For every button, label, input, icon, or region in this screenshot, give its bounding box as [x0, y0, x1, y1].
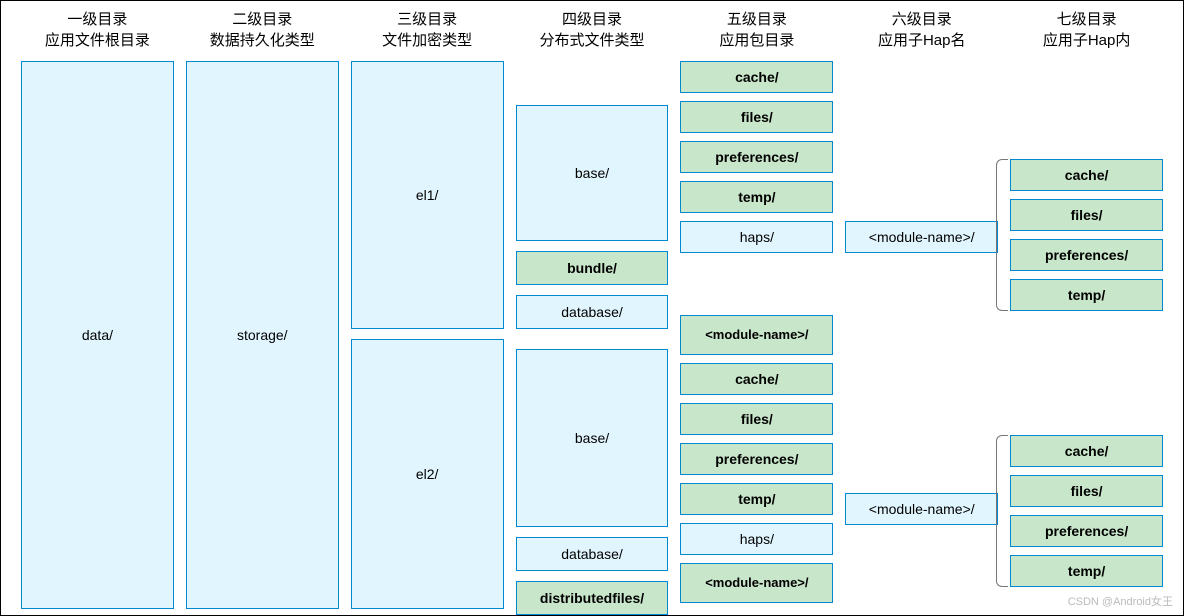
- col7-header: 七级目录 应用子Hap内: [1043, 9, 1131, 51]
- box-module-name-2: <module-name>/: [845, 493, 998, 525]
- group-hap-1: cache/ files/ preferences/ temp/: [1010, 159, 1163, 319]
- watermark: CSDN @Android女王: [1068, 593, 1173, 609]
- col6-header: 六级目录 应用子Hap名: [878, 9, 966, 51]
- box-el1: el1/: [351, 61, 504, 329]
- col1-subtitle: 应用文件根目录: [45, 32, 150, 49]
- box-module-name-1: <module-name>/: [845, 221, 998, 253]
- bracket-icon: [996, 435, 1008, 587]
- box-preferences-hap1: preferences/: [1010, 239, 1163, 271]
- box-haps-1: haps/: [680, 221, 833, 253]
- col1-title: 一级目录: [67, 11, 127, 28]
- box-database-1: database/: [516, 295, 669, 329]
- bracket-icon: [996, 159, 1008, 311]
- column-2: 二级目录 数据持久化类型 storage/: [186, 9, 339, 615]
- col2-header: 二级目录 数据持久化类型: [210, 9, 315, 51]
- col5-title: 五级目录: [727, 11, 787, 28]
- box-temp-hap2: temp/: [1010, 555, 1163, 587]
- box-preferences-2: preferences/: [680, 443, 833, 475]
- box-base-2: base/: [516, 349, 669, 527]
- col4-header: 四级目录 分布式文件类型: [540, 9, 645, 51]
- column-3: 三级目录 文件加密类型 el1/ el2/: [351, 9, 504, 615]
- group-hap-2: cache/ files/ preferences/ temp/: [1010, 435, 1163, 595]
- box-module-name-db1: <module-name>/: [680, 315, 833, 355]
- box-base-1: base/: [516, 105, 669, 241]
- box-haps-2: haps/: [680, 523, 833, 555]
- col2-title: 二级目录: [232, 11, 292, 28]
- box-preferences-1: preferences/: [680, 141, 833, 173]
- diagram-columns: 一级目录 应用文件根目录 data/ 二级目录 数据持久化类型 storage/…: [1, 1, 1183, 615]
- column-6: 六级目录 应用子Hap名 <module-name>/ <module-name…: [845, 9, 998, 615]
- col6-title: 六级目录: [892, 11, 952, 28]
- column-7: 七级目录 应用子Hap内 cache/ files/ preferences/ …: [1010, 9, 1163, 615]
- box-cache-hap2: cache/: [1010, 435, 1163, 467]
- col1-header: 一级目录 应用文件根目录: [45, 9, 150, 51]
- box-data: data/: [21, 61, 174, 609]
- box-cache-1: cache/: [680, 61, 833, 93]
- col5-subtitle: 应用包目录: [719, 32, 794, 49]
- box-module-name-db2: <module-name>/: [680, 563, 833, 603]
- col3-header: 三级目录 文件加密类型: [382, 9, 472, 51]
- box-distributedfiles: distributedfiles/: [516, 581, 669, 615]
- col2-subtitle: 数据持久化类型: [210, 32, 315, 49]
- col4-title: 四级目录: [562, 11, 622, 28]
- box-cache-hap1: cache/: [1010, 159, 1163, 191]
- box-temp-hap1: temp/: [1010, 279, 1163, 311]
- col3-title: 三级目录: [397, 11, 457, 28]
- box-bundle: bundle/: [516, 251, 669, 285]
- col7-subtitle: 应用子Hap内: [1043, 32, 1131, 49]
- box-database-2: database/: [516, 537, 669, 571]
- col4-subtitle: 分布式文件类型: [540, 32, 645, 49]
- col5-header: 五级目录 应用包目录: [719, 9, 794, 51]
- box-temp-2: temp/: [680, 483, 833, 515]
- column-1: 一级目录 应用文件根目录 data/: [21, 9, 174, 615]
- box-files-2: files/: [680, 403, 833, 435]
- box-files-hap1: files/: [1010, 199, 1163, 231]
- col3-subtitle: 文件加密类型: [382, 32, 472, 49]
- column-4: 四级目录 分布式文件类型 base/ bundle/ database/ bas…: [516, 9, 669, 615]
- box-storage: storage/: [186, 61, 339, 609]
- col7-title: 七级目录: [1057, 11, 1117, 28]
- col6-subtitle: 应用子Hap名: [878, 32, 966, 49]
- box-files-hap2: files/: [1010, 475, 1163, 507]
- box-files-1: files/: [680, 101, 833, 133]
- box-cache-2: cache/: [680, 363, 833, 395]
- box-temp-1: temp/: [680, 181, 833, 213]
- box-el2: el2/: [351, 339, 504, 609]
- box-preferences-hap2: preferences/: [1010, 515, 1163, 547]
- column-5: 五级目录 应用包目录 cache/ files/ preferences/ te…: [680, 9, 833, 615]
